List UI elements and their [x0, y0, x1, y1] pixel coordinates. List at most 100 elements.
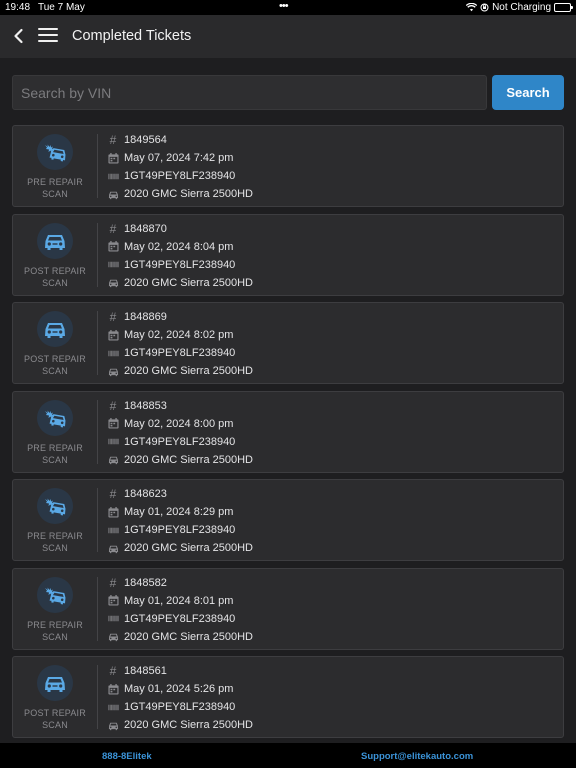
- car-icon: [107, 277, 119, 289]
- app-header: Completed Tickets: [0, 15, 576, 58]
- ticket-number-row: # 1849564: [107, 131, 253, 149]
- status-date: Tue 7 May: [38, 2, 85, 13]
- hash-icon: #: [109, 221, 117, 236]
- scan-icon-badge: [37, 576, 73, 613]
- ticket-number-row: # 1848870: [107, 220, 253, 238]
- ticket-fields: # 1848853 May 02, 2024 8:00 pm 1GT49PEY8…: [107, 397, 253, 469]
- support-phone-link[interactable]: 888-8Elitek: [102, 751, 152, 762]
- scan-type-label: POST REPAIR SCAN: [13, 707, 97, 731]
- hamburger-menu-icon[interactable]: [38, 28, 58, 44]
- charging-status: Not Charging: [492, 2, 551, 13]
- ticket-fields: # 1848623 May 01, 2024 8:29 pm 1GT49PEY8…: [107, 485, 253, 557]
- ticket-card[interactable]: PRE REPAIR SCAN # 1848582 May 01, 2024 8…: [12, 567, 564, 650]
- ticket-vehicle: 2020 GMC Sierra 2500HD: [124, 453, 254, 466]
- ticket-date-row: May 02, 2024 8:04 pm: [107, 238, 253, 256]
- ticket-vehicle: 2020 GMC Sierra 2500HD: [124, 276, 254, 289]
- ticket-vehicle: 2020 GMC Sierra 2500HD: [124, 719, 254, 731]
- scan-label-line1: POST REPAIR: [24, 708, 86, 718]
- wifi-icon: [466, 3, 478, 12]
- car-icon: [107, 365, 119, 377]
- barcode-icon: [107, 436, 119, 448]
- battery-icon: [554, 3, 573, 12]
- search-bar: Search: [12, 75, 564, 110]
- ticket-card[interactable]: POST REPAIR SCAN # 1848870 May 02, 2024 …: [12, 213, 564, 296]
- scan-type-label: PRE REPAIR SCAN: [13, 176, 97, 200]
- scan-type: PRE REPAIR SCAN: [13, 569, 97, 649]
- page-title: Completed Tickets: [72, 28, 192, 44]
- app-root: 19:48 Tue 7 May ••• Not Charging Complet…: [0, 0, 576, 768]
- scan-icon-badge: [37, 311, 73, 347]
- scan-label-line1: POST REPAIR: [24, 354, 86, 364]
- ticket-fields: # 1848869 May 02, 2024 8:02 pm 1GT49PEY8…: [107, 308, 253, 380]
- car-icon: [45, 234, 65, 250]
- scan-label-line2: SCAN: [42, 366, 68, 376]
- ticket-number: 1848623: [124, 488, 167, 500]
- car-crash-icon: [45, 587, 66, 604]
- barcode-icon: [107, 170, 119, 182]
- ticket-card[interactable]: PRE REPAIR SCAN # 1848853 May 02, 2024 8…: [12, 390, 564, 473]
- barcode-icon: [107, 524, 119, 536]
- orientation-lock-icon: [480, 3, 489, 12]
- ticket-vin: 1GT49PEY8LF238940: [124, 347, 236, 359]
- car-icon: [107, 188, 119, 200]
- car-icon: [107, 454, 119, 466]
- search-button[interactable]: Search: [492, 75, 564, 110]
- scan-type: PRE REPAIR SCAN: [13, 392, 97, 472]
- ticket-vin-row: 1GT49PEY8LF238940: [107, 610, 253, 628]
- car-crash-icon: [45, 410, 66, 427]
- ticket-vin-row: 1GT49PEY8LF238940: [107, 698, 253, 716]
- scan-label-line2: SCAN: [42, 454, 68, 465]
- scan-label-line1: PRE REPAIR: [27, 177, 83, 187]
- ticket-fields: # 1848582 May 01, 2024 8:01 pm 1GT49PEY8…: [107, 574, 253, 646]
- scan-label-line2: SCAN: [42, 543, 68, 553]
- ticket-card[interactable]: PRE REPAIR SCAN # 1849564 May 07, 2024 7…: [12, 125, 564, 207]
- scan-label-line2: SCAN: [42, 720, 68, 730]
- ticket-number-row: # 1848582: [107, 574, 253, 592]
- ticket-vin-row: 1GT49PEY8LF238940: [107, 433, 253, 451]
- ticket-card[interactable]: PRE REPAIR SCAN # 1848623 May 01, 2024 8…: [12, 479, 564, 561]
- calendar-icon: [107, 241, 119, 253]
- ticket-number: 1848870: [124, 222, 167, 235]
- barcode-icon: [107, 347, 119, 359]
- ticket-vin: 1GT49PEY8LF238940: [124, 701, 236, 713]
- scan-type: POST REPAIR SCAN: [13, 303, 97, 383]
- scan-label-line2: SCAN: [42, 189, 68, 199]
- support-email-link[interactable]: Support@elitekauto.com: [361, 751, 473, 762]
- hash-icon: #: [109, 310, 117, 324]
- scan-type: PRE REPAIR SCAN: [13, 480, 97, 560]
- multitasking-dots[interactable]: •••: [279, 0, 289, 12]
- calendar-icon: [107, 152, 119, 164]
- ticket-divider: [97, 222, 98, 287]
- ticket-vin: 1GT49PEY8LF238940: [124, 258, 236, 271]
- ticket-number: 1848853: [124, 399, 167, 412]
- ticket-card[interactable]: POST REPAIR SCAN # 1848869 May 02, 2024 …: [12, 302, 564, 384]
- ticket-vin: 1GT49PEY8LF238940: [124, 170, 236, 182]
- ticket-divider: [97, 311, 98, 375]
- hash-icon: #: [109, 133, 117, 147]
- ticket-vehicle-row: 2020 GMC Sierra 2500HD: [107, 539, 253, 557]
- ticket-vin: 1GT49PEY8LF238940: [124, 435, 236, 448]
- ticket-card[interactable]: POST REPAIR SCAN # 1848561 May 01, 2024 …: [12, 656, 564, 738]
- ticket-date: May 02, 2024 8:00 pm: [124, 417, 234, 430]
- ticket-fields: # 1848561 May 01, 2024 5:26 pm 1GT49PEY8…: [107, 662, 253, 734]
- scan-icon-badge: [37, 665, 73, 701]
- ticket-date-row: May 01, 2024 8:29 pm: [107, 503, 253, 521]
- scan-type-label: PRE REPAIR SCAN: [13, 530, 97, 554]
- ticket-vehicle: 2020 GMC Sierra 2500HD: [124, 188, 254, 200]
- status-right: Not Charging: [466, 2, 573, 13]
- vin-search-input[interactable]: [12, 75, 487, 110]
- ticket-vehicle-row: 2020 GMC Sierra 2500HD: [107, 274, 253, 292]
- car-icon: [107, 542, 119, 554]
- ticket-vehicle: 2020 GMC Sierra 2500HD: [124, 542, 254, 554]
- scan-label-line1: PRE REPAIR: [27, 619, 83, 630]
- scan-icon-badge: [37, 222, 73, 259]
- scan-label-line2: SCAN: [42, 277, 68, 288]
- car-icon: [45, 323, 65, 338]
- ticket-date-row: May 01, 2024 5:26 pm: [107, 680, 253, 698]
- ticket-vehicle-row: 2020 GMC Sierra 2500HD: [107, 362, 253, 380]
- calendar-icon: [107, 683, 119, 695]
- ticket-date: May 07, 2024 7:42 pm: [124, 152, 234, 164]
- barcode-icon: [107, 613, 119, 625]
- ticket-vin: 1GT49PEY8LF238940: [124, 524, 236, 536]
- back-chevron-icon[interactable]: [10, 27, 28, 45]
